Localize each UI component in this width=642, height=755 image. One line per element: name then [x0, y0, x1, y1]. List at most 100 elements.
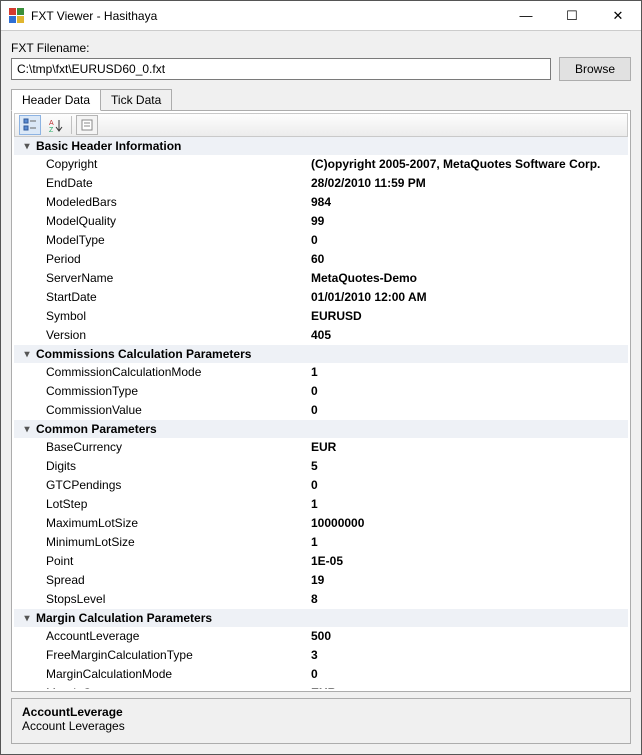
property-row[interactable]: StopsLevel8	[14, 590, 628, 609]
property-value[interactable]: 0	[311, 402, 318, 419]
app-icon	[9, 8, 25, 24]
tab-tick-data[interactable]: Tick Data	[100, 89, 172, 111]
app-window: FXT Viewer - Hasithaya — ☐ ✕ FXT Filenam…	[0, 0, 642, 755]
property-value[interactable]: 01/01/2010 12:00 AM	[311, 289, 427, 306]
property-value[interactable]: EUR	[311, 685, 336, 689]
property-value[interactable]: (C)opyright 2005-2007, MetaQuotes Softwa…	[311, 156, 600, 173]
property-row[interactable]: LotStep1	[14, 495, 628, 514]
minimize-button[interactable]: —	[503, 1, 549, 30]
property-name: ModeledBars	[46, 194, 311, 211]
property-row[interactable]: ServerNameMetaQuotes-Demo	[14, 269, 628, 288]
property-name: MinimumLotSize	[46, 534, 311, 551]
property-value[interactable]: 1E-05	[311, 553, 343, 570]
property-name: Symbol	[46, 308, 311, 325]
filename-input[interactable]: C:\tmp\fxt\EURUSD60_0.fxt	[11, 58, 551, 80]
category-title: Basic Header Information	[36, 139, 181, 153]
property-row[interactable]: GTCPendings0	[14, 476, 628, 495]
category-header[interactable]: ▾Margin Calculation Parameters	[14, 609, 628, 627]
property-value[interactable]: 60	[311, 251, 324, 268]
property-row[interactable]: AccountLeverage500	[14, 627, 628, 646]
property-row[interactable]: MarginCalculationMode0	[14, 665, 628, 684]
property-pages-button[interactable]	[76, 115, 98, 135]
property-name: Version	[46, 327, 311, 344]
property-name: Digits	[46, 458, 311, 475]
titlebar[interactable]: FXT Viewer - Hasithaya — ☐ ✕	[1, 1, 641, 31]
property-row[interactable]: MarginCurrencyEUR	[14, 684, 628, 689]
toolbar-separator	[71, 116, 72, 134]
property-value[interactable]: 0	[311, 477, 318, 494]
property-row[interactable]: Spread19	[14, 571, 628, 590]
property-name: AccountLeverage	[46, 628, 311, 645]
chevron-down-icon: ▾	[20, 349, 34, 360]
property-name: Spread	[46, 572, 311, 589]
property-value[interactable]: 10000000	[311, 515, 364, 532]
property-row[interactable]: Version405	[14, 326, 628, 345]
property-name: EndDate	[46, 175, 311, 192]
property-value[interactable]: 0	[311, 383, 318, 400]
tab-panel: A Z ▾Basic Header InformationCopyright(C	[11, 110, 631, 692]
property-row[interactable]: EndDate28/02/2010 11:59 PM	[14, 174, 628, 193]
property-name: Period	[46, 251, 311, 268]
categorized-view-button[interactable]	[19, 115, 41, 135]
property-value[interactable]: 3	[311, 647, 318, 664]
property-value[interactable]: 19	[311, 572, 324, 589]
property-row[interactable]: CommissionCalculationMode1	[14, 363, 628, 382]
property-value[interactable]: 5	[311, 458, 318, 475]
property-name: CommissionValue	[46, 402, 311, 419]
property-name: MaximumLotSize	[46, 515, 311, 532]
property-row[interactable]: ModeledBars984	[14, 193, 628, 212]
property-value[interactable]: 8	[311, 591, 318, 608]
property-value[interactable]: 1	[311, 496, 318, 513]
category-header[interactable]: ▾Basic Header Information	[14, 137, 628, 155]
category-header[interactable]: ▾Common Parameters	[14, 420, 628, 438]
property-row[interactable]: ModelType0	[14, 231, 628, 250]
property-row[interactable]: MinimumLotSize1	[14, 533, 628, 552]
close-button[interactable]: ✕	[595, 1, 641, 30]
svg-text:A: A	[49, 120, 54, 127]
property-value[interactable]: 28/02/2010 11:59 PM	[311, 175, 426, 192]
property-value[interactable]: 99	[311, 213, 324, 230]
property-value[interactable]: EUR	[311, 439, 336, 456]
property-row[interactable]: Copyright(C)opyright 2005-2007, MetaQuot…	[14, 155, 628, 174]
property-value[interactable]: 500	[311, 628, 331, 645]
property-name: ModelType	[46, 232, 311, 249]
property-row[interactable]: StartDate01/01/2010 12:00 AM	[14, 288, 628, 307]
property-row[interactable]: CommissionType0	[14, 382, 628, 401]
property-row[interactable]: Period60	[14, 250, 628, 269]
property-value[interactable]: MetaQuotes-Demo	[311, 270, 417, 287]
alphabetical-view-button[interactable]: A Z	[45, 115, 67, 135]
property-value[interactable]: 1	[311, 534, 318, 551]
property-value[interactable]: EURUSD	[311, 308, 362, 325]
chevron-down-icon: ▾	[20, 141, 34, 152]
property-row[interactable]: FreeMarginCalculationType3	[14, 646, 628, 665]
description-title: AccountLeverage	[22, 705, 620, 719]
property-value[interactable]: 0	[311, 232, 318, 249]
property-value[interactable]: 0	[311, 666, 318, 683]
property-name: ServerName	[46, 270, 311, 287]
chevron-down-icon: ▾	[20, 424, 34, 435]
property-name: LotStep	[46, 496, 311, 513]
property-row[interactable]: SymbolEURUSD	[14, 307, 628, 326]
description-panel: AccountLeverage Account Leverages	[11, 698, 631, 744]
property-row[interactable]: Point1E-05	[14, 552, 628, 571]
property-row[interactable]: ModelQuality99	[14, 212, 628, 231]
browse-button[interactable]: Browse	[559, 57, 631, 81]
property-value[interactable]: 405	[311, 327, 331, 344]
sort-az-icon: A Z	[49, 118, 63, 132]
property-value[interactable]: 1	[311, 364, 318, 381]
category-title: Margin Calculation Parameters	[36, 611, 212, 625]
property-name: BaseCurrency	[46, 439, 311, 456]
property-row[interactable]: Digits5	[14, 457, 628, 476]
property-value[interactable]: 984	[311, 194, 331, 211]
property-grid[interactable]: ▾Basic Header InformationCopyright(C)opy…	[14, 137, 628, 689]
property-row[interactable]: MaximumLotSize10000000	[14, 514, 628, 533]
property-name: Point	[46, 553, 311, 570]
category-header[interactable]: ▾Commissions Calculation Parameters	[14, 345, 628, 363]
tab-header-data[interactable]: Header Data	[11, 89, 101, 111]
property-row[interactable]: BaseCurrencyEUR	[14, 438, 628, 457]
maximize-button[interactable]: ☐	[549, 1, 595, 30]
property-name: MarginCalculationMode	[46, 666, 311, 683]
property-pages-icon	[80, 118, 94, 132]
property-row[interactable]: CommissionValue0	[14, 401, 628, 420]
filename-label: FXT Filename:	[11, 41, 89, 55]
